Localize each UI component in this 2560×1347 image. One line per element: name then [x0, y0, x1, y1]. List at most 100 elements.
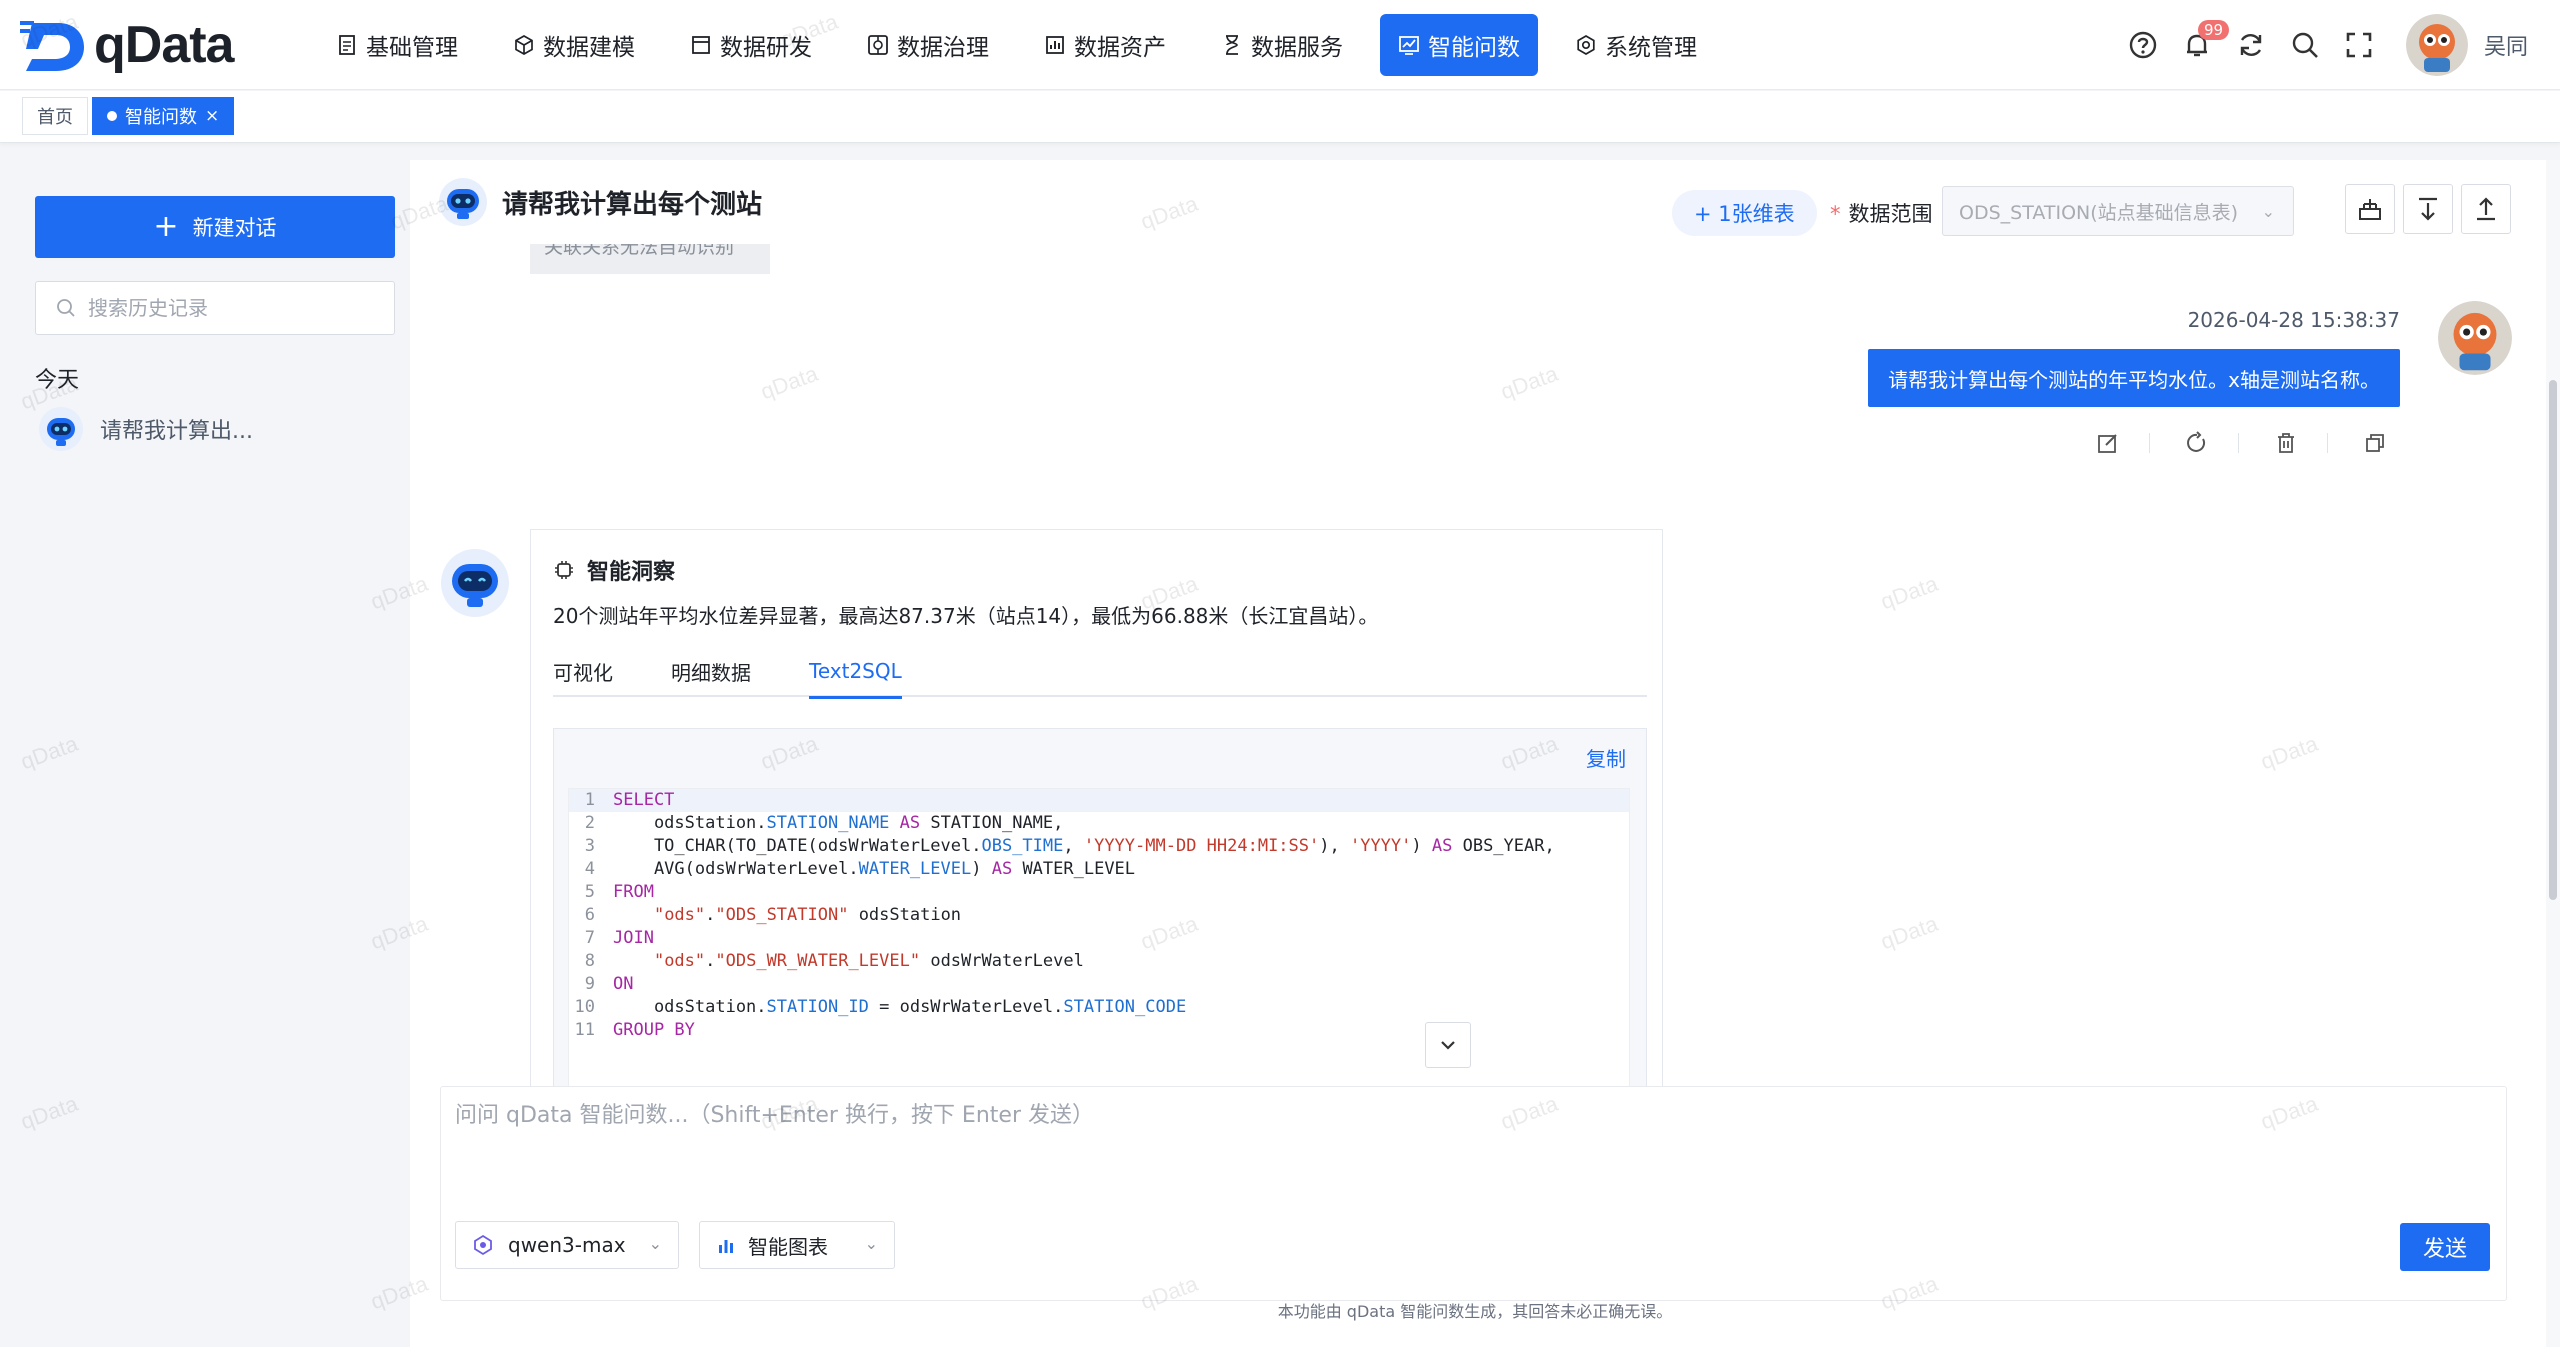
tab-home[interactable]: 首页 [22, 97, 88, 135]
answer-tabs: 可视化 明细数据 Text2SQL [553, 645, 1647, 699]
nav-item-label: 数据资产 [1074, 35, 1166, 61]
code-token: SELECT [613, 790, 675, 810]
hourglass-icon [1221, 34, 1251, 56]
nav-item-2[interactable]: 数据研发 [672, 14, 830, 76]
edit-icon[interactable] [2093, 428, 2123, 458]
nav-item-4[interactable]: 数据资产 [1026, 14, 1184, 76]
history-group-today: 今天 [35, 368, 80, 393]
answer-tab-1[interactable]: 明细数据 [671, 645, 751, 697]
nav-item-3[interactable]: 数据治理 [849, 14, 1007, 76]
code-token: GROUP BY [613, 1020, 695, 1040]
scroll-thumb[interactable] [2549, 380, 2557, 900]
bell-icon[interactable]: 99 [2178, 20, 2230, 64]
gear-icon [1575, 34, 1605, 56]
code-line: 10 odsStation. STATION_ID = odsWrWaterLev… [569, 996, 1629, 1019]
delete-icon[interactable] [2271, 428, 2301, 458]
bot-avatar [441, 549, 509, 617]
toolbar-right: 99 吴同 [2108, 14, 2560, 76]
user-message-bubble: 请帮我计算出每个测站的年平均水位。x轴是测站名称。 [1868, 349, 2400, 407]
window-icon [690, 34, 720, 56]
history-search-box[interactable] [35, 281, 395, 335]
code-token: odsStation. [613, 997, 767, 1017]
logo[interactable]: qData [18, 12, 234, 78]
line-number: 5 [584, 882, 595, 902]
document-icon [336, 34, 366, 56]
nav-item-label: 智能问数 [1428, 35, 1520, 61]
nav-item-5[interactable]: 数据服务 [1203, 14, 1361, 76]
expand-chevron-icon[interactable] [1425, 1022, 1471, 1068]
scrollbar[interactable] [2546, 160, 2560, 1347]
code-token: STATION_NAME, [920, 813, 1064, 833]
message-actions [2061, 428, 2390, 458]
nav-item-6[interactable]: 智能问数 [1380, 14, 1538, 76]
divider [2238, 433, 2239, 453]
refresh-icon[interactable] [2232, 26, 2270, 64]
code-token: "ods" [653, 951, 706, 971]
code-token: JOIN [613, 928, 654, 948]
plus-icon: + [153, 209, 179, 244]
message-timestamp: 2026-04-28 15:38:37 [2187, 308, 2400, 332]
schema-icon[interactable] [2345, 184, 2395, 234]
user-avatar [2438, 301, 2512, 375]
code-line: 1 SELECT [569, 789, 1629, 812]
robot-icon [439, 178, 487, 226]
history-sidebar: + 新建对话 今天 请帮我计算出... [0, 160, 408, 1347]
tab-smart-query[interactable]: 智能问数 × [92, 97, 235, 135]
line-number: 6 [584, 905, 595, 925]
regenerate-icon[interactable] [2182, 428, 2212, 458]
chat-title: 请帮我计算出每个测站 [502, 189, 763, 220]
code-token: ) [1411, 836, 1432, 856]
bar-chart-icon [719, 1240, 733, 1253]
copy-icon[interactable] [2360, 428, 2390, 458]
robot-icon [39, 407, 83, 451]
data-scope-value: ODS_STATION(站点基础信息表) [1959, 201, 2239, 224]
code-token: . [705, 951, 716, 971]
code-token: STATION_CODE [1063, 997, 1187, 1017]
code-token: AVG(odsWrWaterLevel. [613, 859, 859, 879]
new-chat-label: 新建对话 [192, 216, 277, 240]
upload-icon[interactable] [2461, 184, 2511, 234]
previous-message-fragment: 关联关系无法自动识别 [530, 244, 770, 274]
chat-main: 请帮我计算出每个测站 + 1张维表 * 数据范围 ODS_STATION(站点基础… [410, 160, 2560, 1347]
line-number: 4 [584, 859, 595, 879]
help-icon[interactable] [2124, 26, 2162, 64]
line-number: 1 [584, 790, 595, 810]
mode-select[interactable]: 智能图表 ⌄ [699, 1221, 895, 1269]
code-token: ) [971, 859, 992, 879]
data-scope-label-text: 数据范围 [1848, 202, 1933, 226]
code-line: 3 TO_CHAR(TO_DATE(odsWrWaterLevel. OBS_TI… [569, 835, 1629, 858]
nav-item-7[interactable]: 系统管理 [1557, 14, 1715, 76]
question-input[interactable] [455, 1097, 2485, 1187]
nav-item-label: 数据建模 [543, 35, 635, 61]
insight-text: 20个测站年平均水位差异显著，最高达87.37米（站点14），最低为66.88米… [553, 604, 1379, 628]
chevron-down-icon: ⌄ [2261, 202, 2275, 221]
tab-smart-query-label: 智能问数 [125, 107, 197, 128]
nav-item-0[interactable]: 基础管理 [318, 14, 476, 76]
download-icon[interactable] [2403, 184, 2453, 234]
history-search-input[interactable] [88, 296, 388, 320]
main-nav: 基础管理 数据建模 数据研发 数据治理 数据资产 数据服务 智能问数 系统管理 [318, 14, 1734, 76]
code-token: AS [899, 813, 921, 833]
tab-close-icon[interactable]: × [205, 106, 219, 126]
user-avatar-top[interactable] [2405, 14, 2468, 76]
send-button[interactable]: 发送 [2400, 1223, 2490, 1271]
copy-sql-button[interactable]: 复制 [1586, 743, 1626, 772]
nav-item-1[interactable]: 数据建模 [495, 14, 653, 76]
divider [2149, 433, 2150, 453]
answer-tab-0[interactable]: 可视化 [553, 645, 613, 697]
code-token: OBS_YEAR, [1452, 836, 1555, 856]
history-item[interactable]: 请帮我计算出... [38, 406, 253, 452]
new-chat-button[interactable]: + 新建对话 [35, 196, 395, 258]
add-dim-table-button[interactable]: + 1张维表 [1672, 190, 1817, 236]
fullscreen-icon[interactable] [2340, 26, 2378, 64]
user-name[interactable]: 吴同 [2484, 29, 2528, 61]
search-icon[interactable] [2286, 26, 2324, 64]
data-scope-select[interactable]: ODS_STATION(站点基础信息表) ⌄ [1942, 186, 2294, 236]
code-token: AS [1431, 836, 1453, 856]
chevron-down-icon: ⌄ [648, 1234, 662, 1253]
model-select[interactable]: qwen3-max ⌄ [455, 1221, 679, 1269]
answer-tab-2[interactable]: Text2SQL [809, 645, 902, 699]
disclaimer: 本功能由 qData 智能问数生成，其回答未必正确无误。 [1277, 1302, 1673, 1321]
